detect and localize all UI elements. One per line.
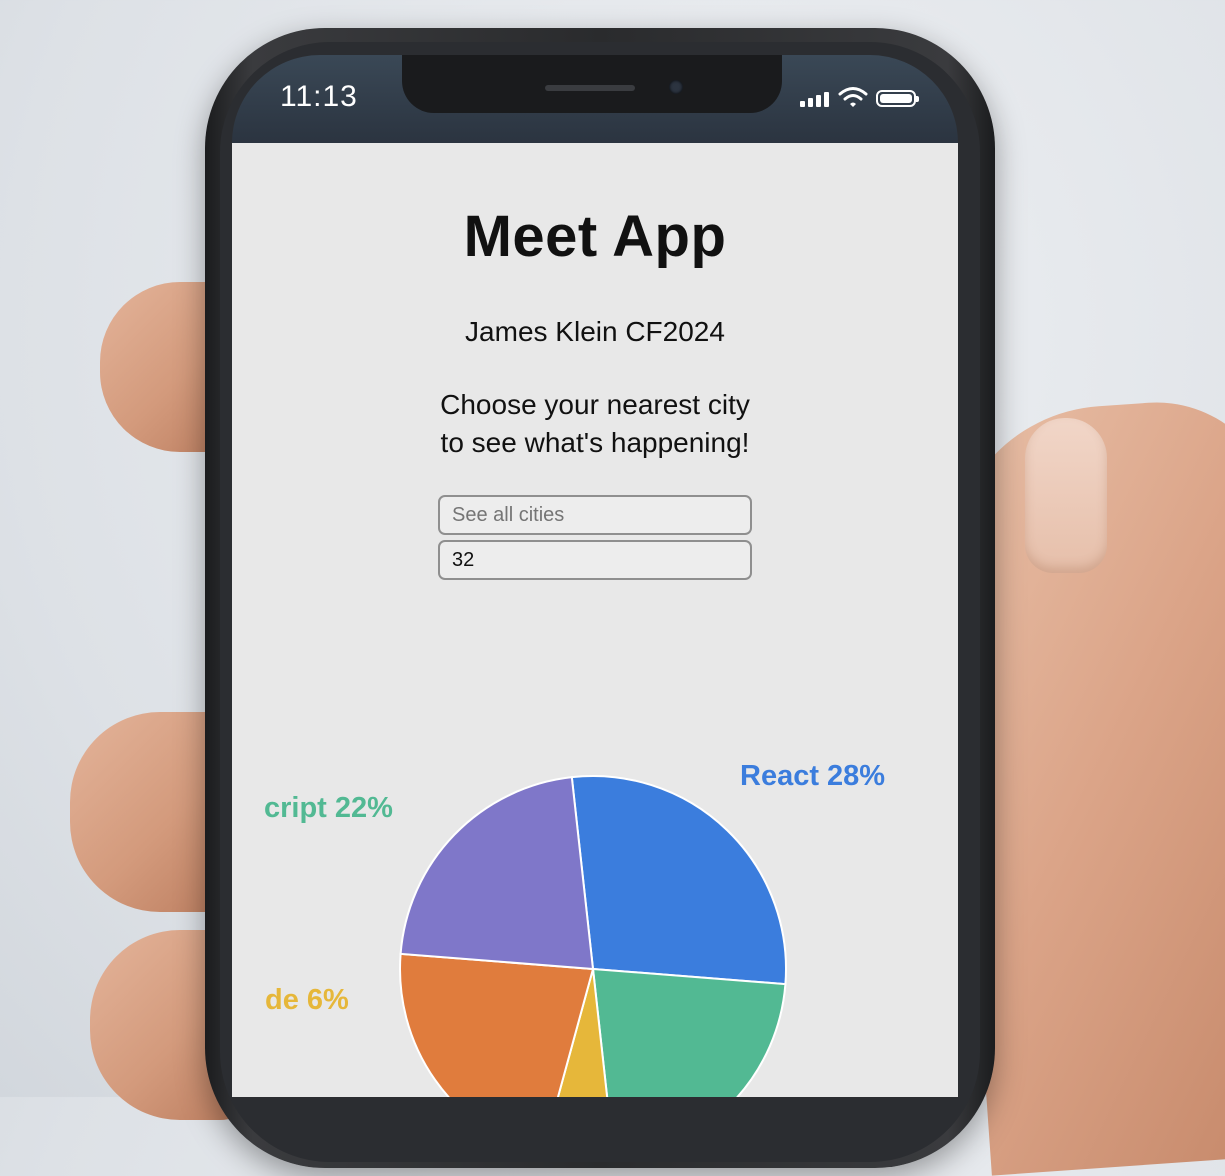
thumbnail: [1025, 418, 1107, 573]
front-camera: [669, 80, 683, 94]
battery-icon: [876, 90, 919, 107]
app-screen: Meet App James Klein CF2024 Choose your …: [232, 143, 958, 1097]
pie-slice-angular: [399, 952, 595, 1097]
genre-pie-chart: [399, 775, 787, 1097]
cellular-signal-icon: [800, 92, 829, 107]
pie-slice-react: [570, 775, 787, 986]
phone-notch: [402, 55, 782, 113]
pie-label-javascript: cript 22%: [264, 792, 393, 824]
pie-label-react: React 28%: [740, 760, 886, 792]
pie-slice-javascript: [591, 967, 787, 1097]
pie-label-node: de 6%: [265, 984, 349, 1016]
status-time: 11:13: [280, 80, 358, 113]
battery-level: [880, 94, 912, 103]
pie-slice-jquery: [399, 776, 595, 971]
wifi-icon: [838, 87, 868, 107]
speaker-grille: [545, 85, 635, 91]
